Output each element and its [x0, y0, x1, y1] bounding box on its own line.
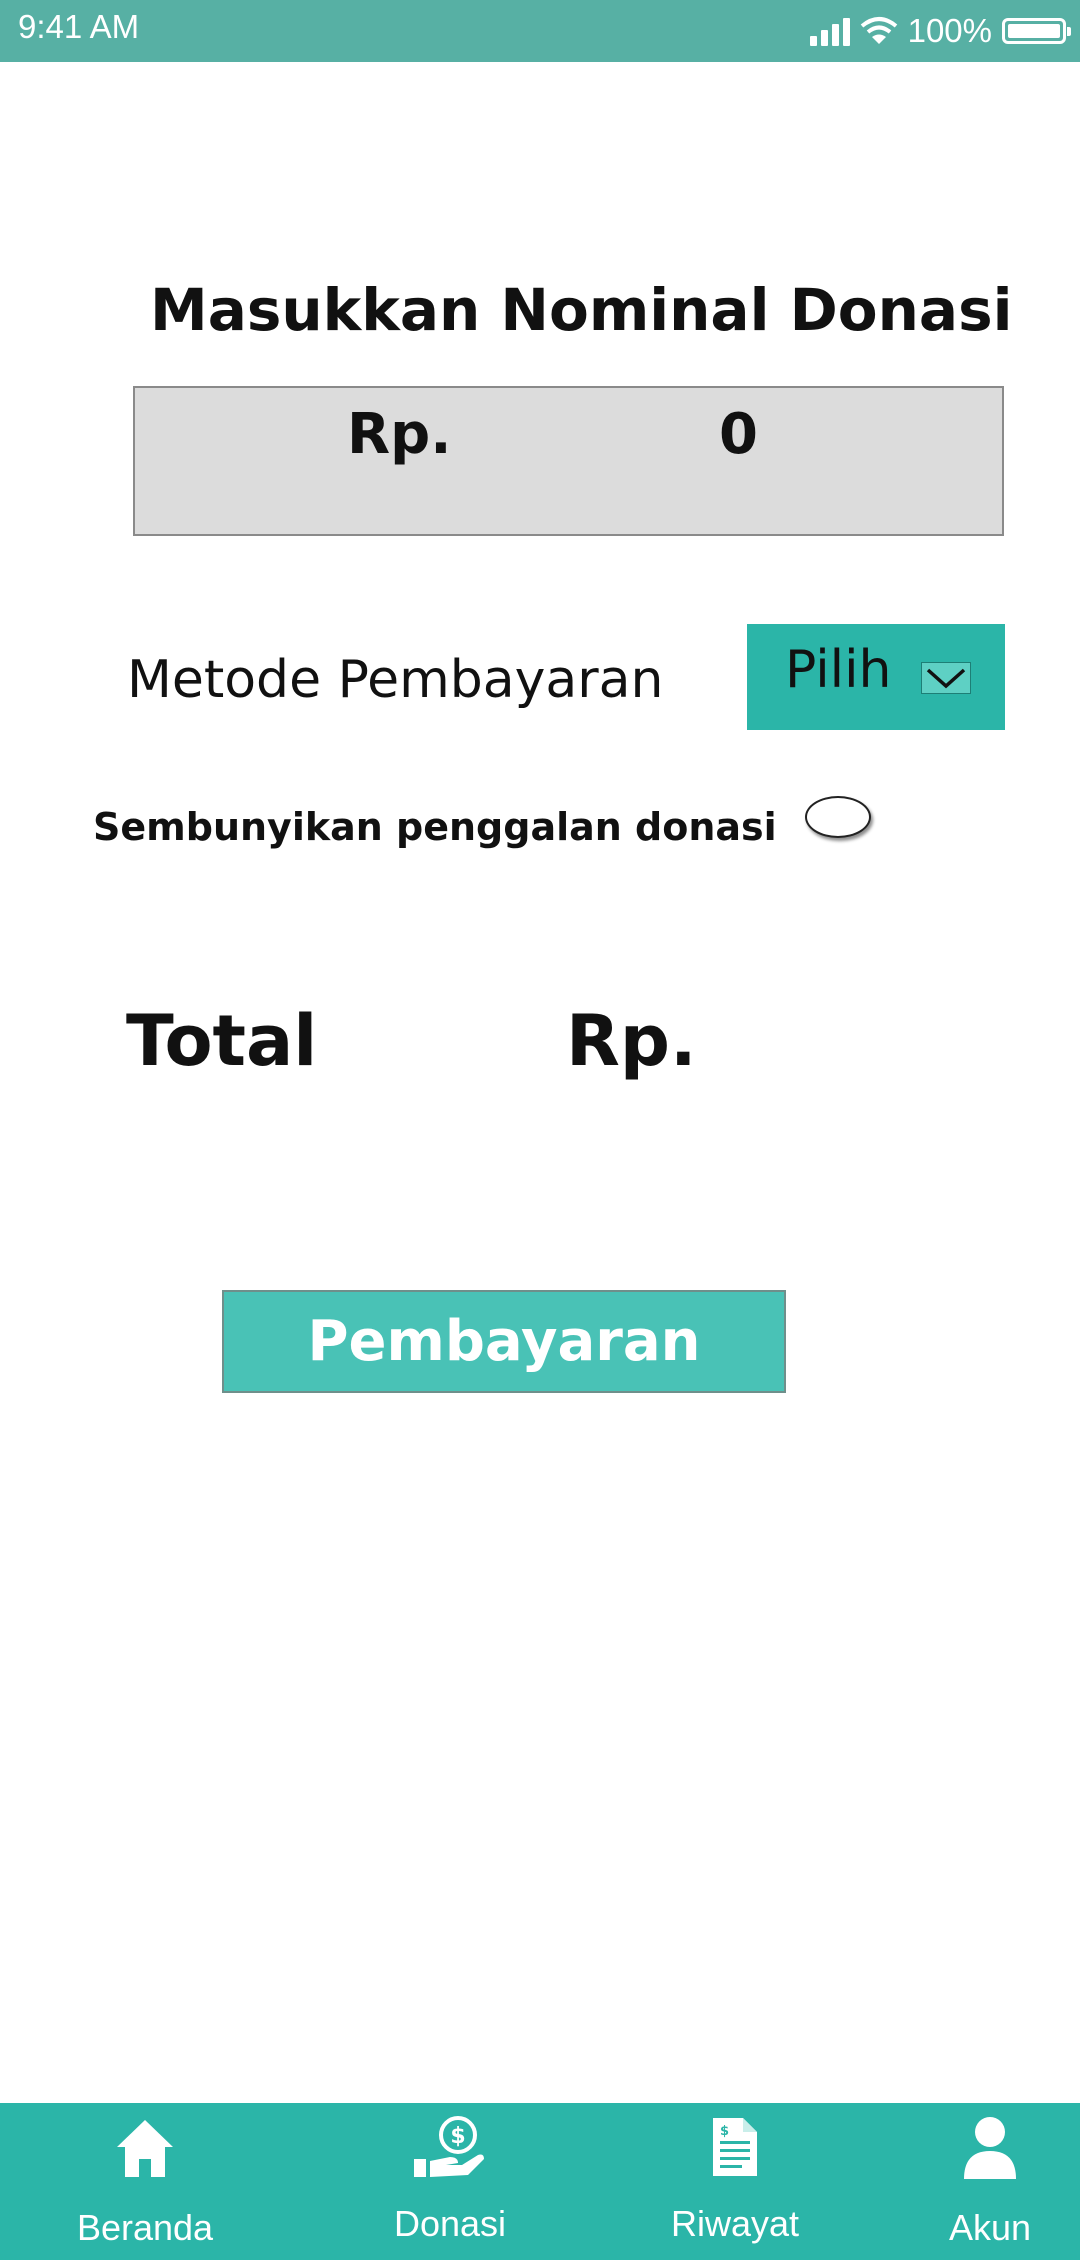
status-indicators: 100% — [809, 8, 1071, 54]
battery-percentage: 100% — [907, 12, 992, 49]
page-title: Masukkan Nominal Donasi — [150, 276, 1013, 344]
payment-method-dropdown[interactable]: Pilih — [747, 624, 1005, 730]
bottom-navigation: Beranda $ Donasi $ Riwayat Akun — [0, 2103, 1080, 2260]
payment-method-dropdown-label: Pilih — [785, 640, 892, 700]
nav-label-akun: Akun — [948, 2207, 1032, 2248]
donation-icon: $ — [414, 2116, 484, 2177]
payment-method-label: Metode Pembayaran — [127, 650, 664, 710]
status-time: 9:41 AM — [18, 8, 140, 45]
nav-label-riwayat: Riwayat — [670, 2203, 800, 2244]
nav-item-akun[interactable]: Akun — [920, 2103, 1060, 2260]
nav-item-beranda[interactable]: Beranda — [40, 2103, 250, 2260]
amount-value[interactable]: 0 — [719, 402, 758, 467]
status-bar: 9:41 AM 100% — [0, 0, 1080, 62]
chevron-down-icon — [921, 662, 971, 694]
wifi-icon — [860, 17, 897, 44]
nav-label-beranda: Beranda — [76, 2207, 214, 2248]
nav-item-donasi[interactable]: $ Donasi — [360, 2103, 540, 2260]
payment-button[interactable]: Pembayaran — [222, 1290, 786, 1393]
home-icon — [117, 2120, 173, 2177]
battery-icon — [1002, 18, 1071, 44]
donation-amount-input[interactable]: Rp. 0 — [133, 386, 1004, 536]
signal-icon — [809, 16, 850, 46]
hide-donor-name-label: Sembunyikan penggalan donasi — [93, 805, 777, 849]
hide-donor-name-toggle[interactable] — [805, 796, 871, 838]
nav-label-donasi: Donasi — [393, 2203, 507, 2244]
document-icon: $ — [713, 2118, 757, 2176]
total-label: Total — [126, 1000, 318, 1082]
total-value: Rp. — [566, 1000, 697, 1082]
svg-text:$: $ — [720, 2124, 729, 2139]
amount-currency-prefix: Rp. — [347, 402, 452, 467]
nav-item-riwayat[interactable]: $ Riwayat — [640, 2103, 830, 2260]
svg-text:$: $ — [450, 2124, 465, 2149]
user-icon — [964, 2117, 1016, 2179]
